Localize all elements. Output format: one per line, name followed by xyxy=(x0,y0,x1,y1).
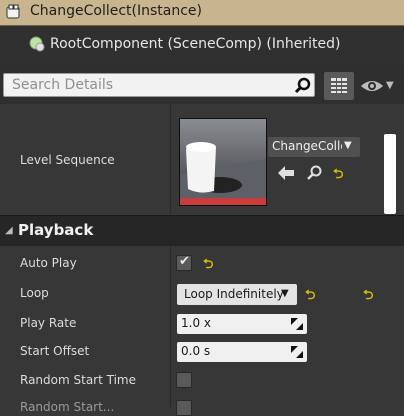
browse-magnifier-icon[interactable] xyxy=(306,165,322,181)
start-offset-input[interactable]: 0.0 s xyxy=(177,342,307,362)
use-selected-arrow-icon[interactable] xyxy=(278,166,294,180)
resize-grip-icon[interactable] xyxy=(291,318,303,330)
random-start-time-checkbox[interactable] xyxy=(176,372,192,388)
play-rate-input[interactable]: 1.0 x xyxy=(177,314,307,334)
loop-label: Loop xyxy=(20,286,49,300)
actor-title: ChangeCollect(Instance) xyxy=(30,3,202,19)
resize-grip-icon[interactable] xyxy=(291,346,303,358)
asset-name: ChangeCollec xyxy=(272,139,342,153)
play-rate-value: 1.0 x xyxy=(181,316,211,330)
playback-category-title: Playback xyxy=(18,221,94,239)
checkmark-icon: ✔ xyxy=(179,254,190,269)
asset-preview-image xyxy=(180,119,266,205)
level-sequence-label: Level Sequence xyxy=(20,153,115,167)
reset-to-default-icon[interactable]: ⮌ xyxy=(203,255,213,277)
root-component-row[interactable]: RootComponent (SceneComp) (Inherited) xyxy=(0,26,404,64)
auto-play-checkbox[interactable]: ✔ xyxy=(176,254,192,271)
search-input[interactable]: Search Details xyxy=(3,73,315,97)
grid-icon xyxy=(331,78,347,94)
root-component-label: RootComponent (SceneComp) (Inherited) xyxy=(50,36,341,52)
play-rate-label: Play Rate xyxy=(20,316,77,330)
chevron-down-icon: ▼ xyxy=(344,140,352,151)
loop-dropdown[interactable]: Loop Indefinitely ▼ xyxy=(177,284,297,305)
actor-icon xyxy=(6,4,20,19)
start-offset-value: 0.0 s xyxy=(181,344,211,358)
property-matrix-button[interactable] xyxy=(324,72,354,100)
asset-picker-combo[interactable]: ChangeCollec ▼ xyxy=(268,137,360,157)
playback-category-header[interactable]: ◢ Playback xyxy=(0,215,404,246)
search-placeholder: Search Details xyxy=(12,77,114,93)
column-divider xyxy=(170,104,171,214)
chevron-down-icon: ▼ xyxy=(281,288,289,299)
partial-row-label: Random Start... xyxy=(20,400,115,414)
partial-row-checkbox[interactable] xyxy=(176,400,192,416)
scrollbar[interactable] xyxy=(384,134,396,214)
level-sequence-thumbnail[interactable] xyxy=(179,118,267,206)
scene-component-icon xyxy=(29,36,45,52)
column-divider xyxy=(170,245,171,407)
collapse-arrow-icon[interactable]: ◢ xyxy=(5,225,13,236)
view-options-eye-icon[interactable] xyxy=(360,78,384,94)
random-start-time-label: Random Start Time xyxy=(20,373,136,387)
chevron-down-icon[interactable]: ▼ xyxy=(386,80,394,91)
reset-to-default-icon[interactable]: ⮌ xyxy=(333,165,343,187)
reset-to-default-icon[interactable]: ⮌ xyxy=(363,286,373,308)
search-icon[interactable] xyxy=(294,77,312,95)
actor-header: ChangeCollect(Instance) xyxy=(0,0,404,26)
start-offset-label: Start Offset xyxy=(20,344,90,358)
reset-to-default-icon[interactable]: ⮌ xyxy=(305,286,315,308)
auto-play-label: Auto Play xyxy=(20,256,77,270)
loop-value: Loop Indefinitely xyxy=(184,287,284,301)
